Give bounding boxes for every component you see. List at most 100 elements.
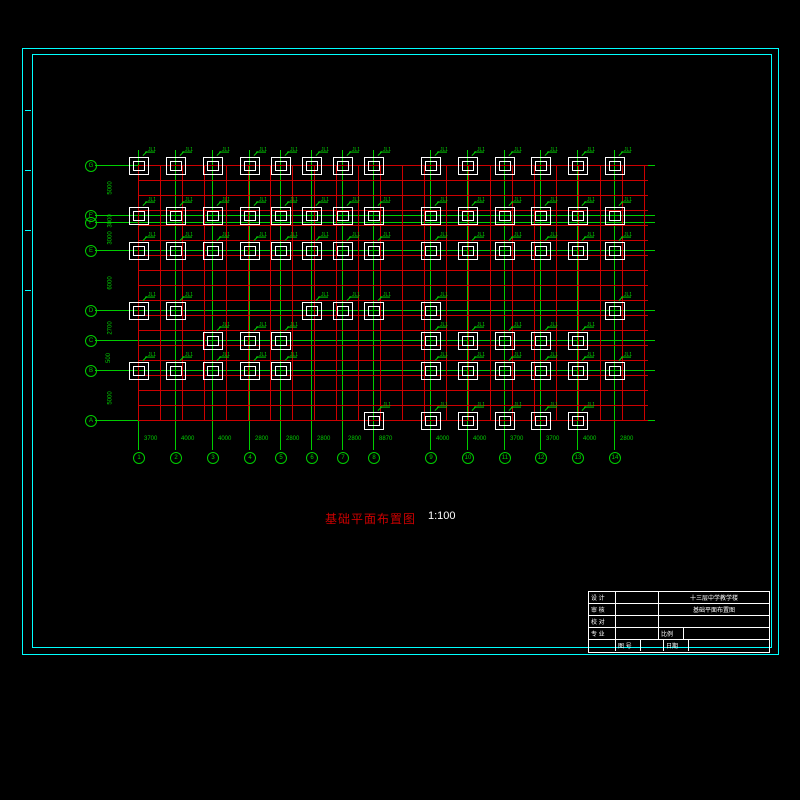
footing (495, 157, 515, 175)
footing (166, 157, 186, 175)
footing (531, 362, 551, 380)
footing-label: JL1 (352, 232, 360, 238)
footing (271, 157, 291, 175)
footing-label: JL1 (148, 232, 156, 238)
footing (458, 157, 478, 175)
axis-bubble: 7 (337, 452, 349, 464)
footing (421, 412, 441, 430)
frame-tick (25, 170, 31, 171)
grid-line (138, 195, 648, 196)
footing-label: JL1 (222, 322, 230, 328)
footing-label: JL1 (290, 197, 298, 203)
footing (568, 332, 588, 350)
footing (568, 362, 588, 380)
grid-line (402, 165, 403, 420)
footing (531, 157, 551, 175)
footing (605, 157, 625, 175)
footing (364, 302, 384, 320)
footing (240, 332, 260, 350)
footing-label: JL1 (290, 232, 298, 238)
footing (203, 332, 223, 350)
footing-label: JL1 (440, 147, 448, 153)
footing (333, 157, 353, 175)
dimension-text: 500 (106, 353, 112, 363)
footing (166, 302, 186, 320)
grid-line (490, 165, 491, 420)
footing (458, 412, 478, 430)
dimension-text: 3700 (546, 436, 559, 442)
title-block: 设 计 十三层中学教学楼 审 核 基础平面布置图 校 对 专 业 比例 图 号 … (588, 591, 770, 653)
grid-line (160, 165, 161, 420)
footing-label: JL1 (352, 197, 360, 203)
dimension-text: 4000 (218, 436, 231, 442)
footing-label: JL1 (185, 352, 193, 358)
axis-bubble: 5 (275, 452, 287, 464)
axis-bubble: 3 (207, 452, 219, 464)
footing-label: JL1 (290, 147, 298, 153)
grid-line (336, 165, 337, 420)
footing-label: JL1 (440, 322, 448, 328)
footing (421, 332, 441, 350)
grid-line (556, 165, 557, 420)
footing-label: JL1 (383, 147, 391, 153)
dimension-text: 8870 (379, 436, 392, 442)
footing (129, 362, 149, 380)
footing-label: JL1 (148, 147, 156, 153)
footing (302, 302, 322, 320)
footing-label: JL1 (185, 197, 193, 203)
tb-role: 校 对 (589, 616, 616, 627)
footing-label: JL1 (514, 147, 522, 153)
axis-bubble: D (85, 305, 97, 317)
footing (302, 157, 322, 175)
footing-label: JL1 (477, 147, 485, 153)
footing-label: JL1 (587, 352, 595, 358)
grid-line (138, 330, 648, 331)
footing-label: JL1 (321, 197, 329, 203)
footing-label: JL1 (290, 322, 298, 328)
footing (240, 157, 260, 175)
footing (271, 332, 291, 350)
dimension-text: 3700 (144, 436, 157, 442)
footing (203, 242, 223, 260)
footing (495, 207, 515, 225)
footing-label: JL1 (477, 197, 485, 203)
grid-line (270, 165, 271, 420)
footing (364, 157, 384, 175)
footing-label: JL1 (440, 292, 448, 298)
footing-label: JL1 (259, 352, 267, 358)
footing (495, 362, 515, 380)
footing-label: JL1 (440, 402, 448, 408)
axis-bubble: 1 (133, 452, 145, 464)
tb-role: 专 业 (589, 628, 616, 639)
grid-line (622, 165, 623, 420)
axis-bubble: 8 (368, 452, 380, 464)
footing (531, 242, 551, 260)
grid-line (204, 165, 205, 420)
footing-label: JL1 (148, 352, 156, 358)
footing-label: JL1 (624, 147, 632, 153)
grid-line (138, 360, 648, 361)
grid-line (138, 180, 648, 181)
footing (203, 157, 223, 175)
footing (531, 412, 551, 430)
footing (240, 362, 260, 380)
footing (495, 242, 515, 260)
footing (495, 332, 515, 350)
axis-bubble: 10 (462, 452, 474, 464)
footing-label: JL1 (587, 322, 595, 328)
footing-label: JL1 (550, 147, 558, 153)
dimension-text: 2800 (286, 436, 299, 442)
tb-role: 设 计 (589, 592, 616, 603)
grid-line (138, 405, 648, 406)
grid-line (468, 165, 469, 420)
grid-line (644, 165, 645, 420)
footing (605, 302, 625, 320)
footing (495, 412, 515, 430)
grid-line (578, 165, 579, 420)
axis-bubble: E (85, 245, 97, 257)
dimension-text: 6000 (108, 276, 114, 289)
footing-label: JL1 (550, 322, 558, 328)
footing (364, 412, 384, 430)
dimension-text: 5000 (108, 181, 114, 194)
footing-label: JL1 (352, 147, 360, 153)
